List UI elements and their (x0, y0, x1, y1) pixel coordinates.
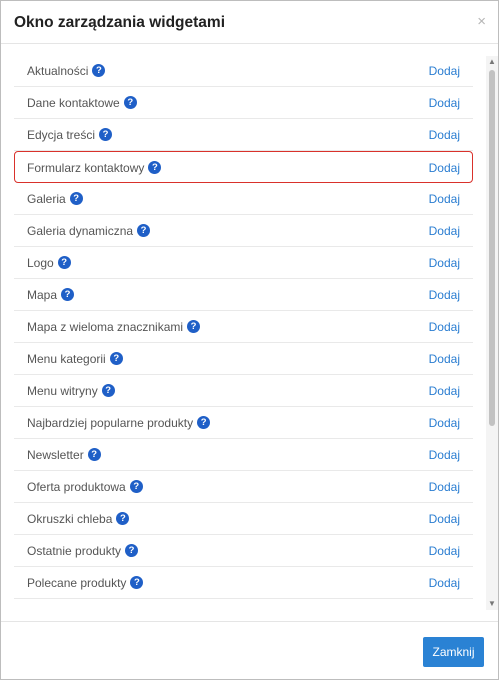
dialog-body: Aktualności? Dodaj Dane kontaktowe? Dodaj Ed… (1, 44, 498, 620)
add-widget-link[interactable]: Dodaj (429, 439, 460, 470)
help-icon[interactable]: ? (148, 161, 162, 174)
widget-name: Oferta produktowa (27, 479, 126, 494)
widget-row: Okruszki chleba? Dodaj (14, 503, 473, 535)
widget-row: Ostatnie produkty? Dodaj (14, 535, 473, 567)
help-icon[interactable]: ? (87, 448, 101, 461)
widget-label-group: Galeria dynamiczna? (27, 215, 151, 246)
help-icon[interactable]: ? (137, 224, 151, 237)
add-widget-link[interactable]: Dodaj (429, 343, 460, 374)
add-widget-link[interactable]: Dodaj (429, 215, 460, 246)
add-widget-link[interactable]: Dodaj (429, 87, 460, 118)
help-icon[interactable]: ? (187, 320, 201, 333)
help-icon[interactable]: ? (130, 576, 144, 589)
add-widget-link[interactable]: Dodaj (429, 407, 460, 438)
widget-label-group: Formularz kontaktowy? (27, 152, 162, 183)
help-icon[interactable]: ? (57, 256, 71, 269)
widget-name: Ostatnie produkty (27, 543, 122, 558)
add-widget-link[interactable]: Dodaj (429, 247, 460, 278)
scroll-down-arrow-icon[interactable]: ▼ (486, 598, 498, 610)
widget-label-group: Okruszki chleba? (27, 503, 130, 534)
add-widget-link[interactable]: Dodaj (429, 471, 460, 502)
widget-label-group: Menu kategorii? (27, 343, 123, 374)
scrollbar[interactable]: ▲ ▼ (486, 56, 498, 610)
widget-name: Galeria dynamiczna (27, 223, 134, 238)
help-icon[interactable]: ? (116, 512, 130, 525)
widget-name: Menu kategorii (27, 351, 106, 366)
add-widget-link[interactable]: Dodaj (429, 183, 460, 214)
add-widget-link[interactable]: Dodaj (429, 567, 460, 598)
widget-row: Aktualności? Dodaj (14, 55, 473, 87)
widget-row: Oferta produktowa? Dodaj (14, 471, 473, 503)
widget-name: Logo (27, 255, 54, 270)
add-widget-link[interactable]: Dodaj (429, 119, 460, 150)
widget-label-group: Dane kontaktowe? (27, 87, 137, 118)
dialog-footer: Zamknij (1, 621, 498, 679)
help-icon[interactable]: ? (61, 288, 75, 301)
close-button[interactable]: Zamknij (423, 637, 484, 667)
widget-row: Formularz kontaktowy? Dodaj (14, 151, 473, 183)
help-icon[interactable]: ? (109, 352, 123, 365)
widget-label-group: Oferta produktowa? (27, 471, 143, 502)
add-widget-link[interactable]: Dodaj (429, 535, 460, 566)
help-icon[interactable]: ? (129, 480, 143, 493)
widget-row: Mapa z wieloma znacznikami? Dodaj (14, 311, 473, 343)
add-widget-link[interactable]: Dodaj (429, 503, 460, 534)
widget-name: Mapa (27, 287, 58, 302)
widget-label-group: Ostatnie produkty? (27, 535, 139, 566)
help-icon[interactable]: ? (125, 544, 139, 557)
add-widget-link[interactable]: Dodaj (429, 375, 460, 406)
widget-label-group: Najbardziej popularne produkty? (27, 407, 211, 438)
widget-name: Mapa z wieloma znacznikami (27, 319, 184, 334)
add-widget-link[interactable]: Dodaj (429, 279, 460, 310)
widget-name: Aktualności (27, 63, 89, 78)
widget-row: Galeria dynamiczna? Dodaj (14, 215, 473, 247)
widget-label-group: Mapa z wieloma znacznikami? (27, 311, 201, 342)
help-icon[interactable]: ? (197, 416, 211, 429)
widget-name: Menu witryny (27, 383, 98, 398)
dialog-title: Okno zarządzania widgetami (14, 14, 226, 31)
widget-row: Menu kategorii? Dodaj (14, 343, 473, 375)
widget-name: Polecane produkty (27, 575, 127, 590)
widget-row: Dane kontaktowe? Dodaj (14, 87, 473, 119)
widget-row: Logo? Dodaj (14, 247, 473, 279)
widget-row: Najbardziej popularne produkty? Dodaj (14, 407, 473, 439)
close-icon[interactable]: × (477, 14, 486, 29)
widget-row: Newsletter? Dodaj (14, 439, 473, 471)
widget-name: Formularz kontaktowy (27, 160, 145, 175)
widget-name: Dane kontaktowe (27, 95, 120, 110)
scroll-up-arrow-icon[interactable]: ▲ (486, 56, 498, 68)
add-widget-link[interactable]: Dodaj (429, 152, 460, 183)
widget-manager-dialog: Okno zarządzania widgetami × Aktualności… (0, 0, 499, 680)
widget-name: Edycja treści (27, 127, 96, 142)
widget-label-group: Edycja treści? (27, 119, 113, 150)
add-widget-link[interactable]: Dodaj (429, 55, 460, 86)
widget-row: Galeria? Dodaj (14, 183, 473, 215)
widget-label-group: Aktualności? (27, 55, 106, 86)
scrollbar-thumb[interactable] (489, 70, 495, 426)
help-icon[interactable]: ? (69, 192, 83, 205)
widget-label-group: Newsletter? (27, 439, 101, 470)
widget-row: Mapa? Dodaj (14, 279, 473, 311)
help-icon[interactable]: ? (92, 64, 106, 77)
widget-row: Edycja treści? Dodaj (14, 119, 473, 151)
help-icon[interactable]: ? (99, 128, 113, 141)
widget-name: Galeria (27, 191, 66, 206)
widget-label-group: Menu witryny? (27, 375, 115, 406)
widget-label-group: Mapa? (27, 279, 75, 310)
widget-name: Newsletter (27, 447, 84, 462)
help-icon[interactable]: ? (123, 96, 137, 109)
widget-row: Polecane produkty? Dodaj (14, 567, 473, 599)
dialog-header: Okno zarządzania widgetami × (1, 1, 498, 44)
widget-list: Aktualności? Dodaj Dane kontaktowe? Dodaj Ed… (14, 55, 473, 599)
add-widget-link[interactable]: Dodaj (429, 311, 460, 342)
widget-label-group: Polecane produkty? (27, 567, 144, 598)
widget-label-group: Galeria? (27, 183, 83, 214)
widget-name: Najbardziej popularne produkty (27, 415, 194, 430)
widget-label-group: Logo? (27, 247, 71, 278)
widget-name: Okruszki chleba (27, 511, 113, 526)
widget-row: Menu witryny? Dodaj (14, 375, 473, 407)
help-icon[interactable]: ? (101, 384, 115, 397)
